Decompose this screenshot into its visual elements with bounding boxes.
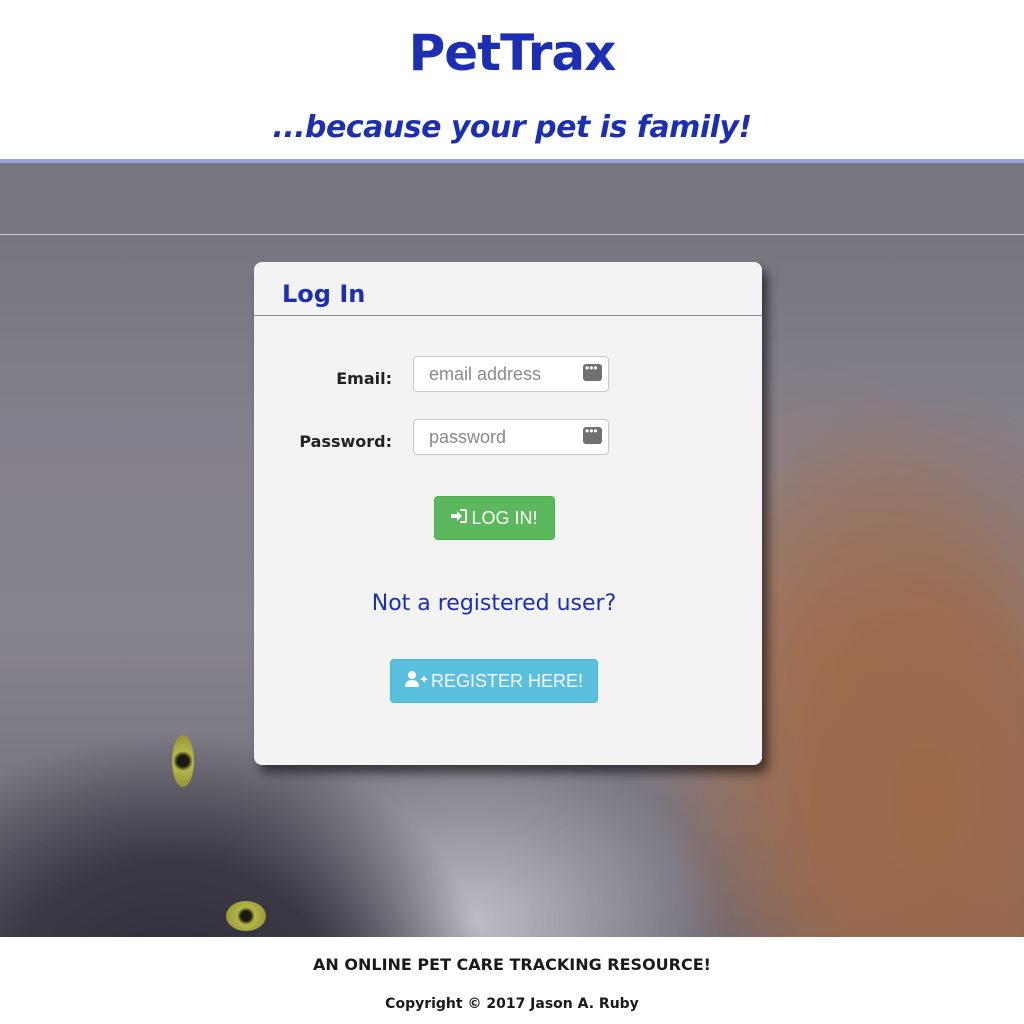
cat-eye-left — [172, 735, 194, 787]
email-label: Email: — [336, 369, 392, 388]
login-title: Log In — [282, 280, 366, 308]
email-field[interactable] — [413, 356, 609, 392]
login-button[interactable]: LOG IN! — [434, 496, 555, 540]
login-title-divider — [254, 315, 762, 316]
site-header: PetTrax ...because your pet is family! — [0, 0, 1024, 159]
cat-eye-right — [226, 901, 266, 931]
password-label: Password: — [299, 432, 392, 451]
password-manager-key-icon[interactable] — [583, 424, 602, 444]
register-button-label: REGISTER HERE! — [430, 670, 584, 691]
register-prompt-link[interactable]: Not a registered user? — [254, 591, 734, 616]
password-field[interactable] — [413, 419, 609, 455]
login-button-label: LOG IN! — [471, 507, 538, 528]
register-button[interactable]: REGISTER HERE! — [390, 659, 598, 703]
user-plus-icon — [404, 671, 427, 691]
login-card: Log In Email: Password: LOG IN! Not a re… — [254, 262, 762, 765]
site-brand[interactable]: PetTrax — [0, 24, 1024, 82]
sign-in-icon — [451, 509, 468, 527]
site-footer: AN ONLINE PET CARE TRACKING RESOURCE! Co… — [0, 937, 1024, 1024]
footer-copyright: Copyright © 2017 Jason A. Ruby — [385, 996, 639, 1012]
hero-top-band — [0, 163, 1024, 235]
password-manager-key-icon[interactable] — [583, 361, 602, 381]
footer-slogan: AN ONLINE PET CARE TRACKING RESOURCE! — [313, 955, 711, 974]
site-tagline: ...because your pet is family! — [272, 110, 752, 145]
